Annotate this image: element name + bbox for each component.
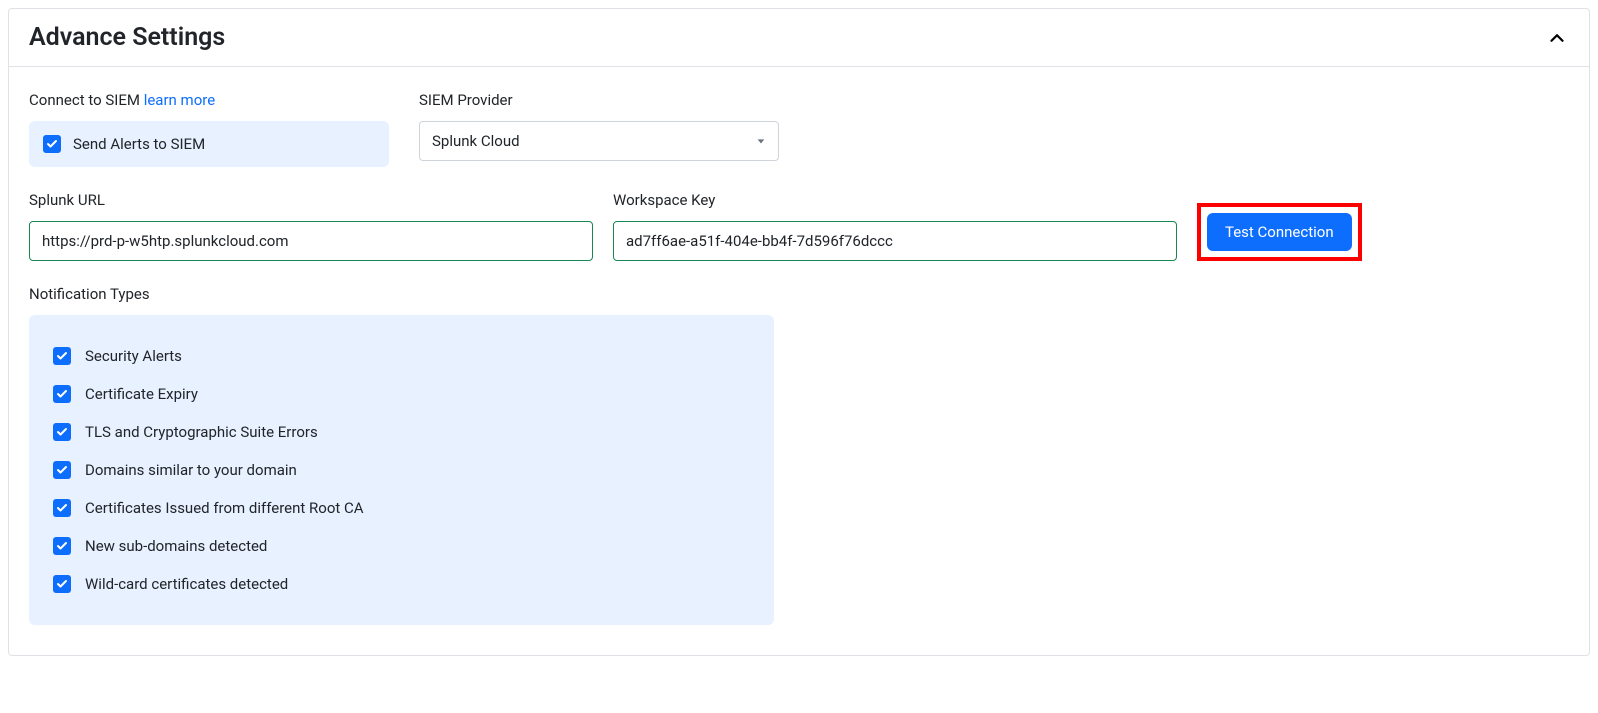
- send-alerts-container: Send Alerts to SIEM: [29, 121, 389, 167]
- notif-label-text: New sub-domains detected: [85, 537, 267, 555]
- panel-header[interactable]: Advance Settings: [9, 9, 1589, 67]
- notif-checkbox-root-ca[interactable]: [53, 499, 71, 517]
- workspace-key-input[interactable]: [613, 221, 1177, 261]
- notif-checkbox-security-alerts[interactable]: [53, 347, 71, 365]
- chevron-up-icon[interactable]: [1545, 26, 1569, 50]
- notif-label-text: Certificates Issued from different Root …: [85, 499, 364, 517]
- splunk-url-label: Splunk URL: [29, 191, 593, 209]
- splunk-url-input[interactable]: [29, 221, 593, 261]
- notification-types-panel: Security Alerts Certificate Expiry TLS a…: [29, 315, 774, 625]
- panel-body: Connect to SIEM learn more Send Alerts t…: [9, 67, 1589, 655]
- connect-text: Connect to SIEM: [29, 91, 144, 109]
- list-item: Certificates Issued from different Root …: [43, 489, 760, 527]
- notif-checkbox-sub-domains[interactable]: [53, 537, 71, 555]
- caret-down-icon: [756, 132, 766, 150]
- siem-provider-value: Splunk Cloud: [432, 132, 520, 150]
- notif-checkbox-certificate-expiry[interactable]: [53, 385, 71, 403]
- notif-checkbox-tls-errors[interactable]: [53, 423, 71, 441]
- list-item: New sub-domains detected: [43, 527, 760, 565]
- siem-provider-label: SIEM Provider: [419, 91, 789, 109]
- list-item: Certificate Expiry: [43, 375, 760, 413]
- advance-settings-panel: Advance Settings Connect to SIEM learn m…: [8, 8, 1590, 656]
- list-item: Domains similar to your domain: [43, 451, 760, 489]
- notif-label-text: TLS and Cryptographic Suite Errors: [85, 423, 318, 441]
- panel-title: Advance Settings: [29, 23, 225, 52]
- test-connection-button[interactable]: Test Connection: [1207, 213, 1352, 251]
- learn-more-link[interactable]: learn more: [144, 91, 215, 109]
- notification-types-label: Notification Types: [29, 285, 1569, 303]
- notif-label-text: Domains similar to your domain: [85, 461, 297, 479]
- list-item: Security Alerts: [43, 337, 760, 375]
- connect-to-siem-label: Connect to SIEM learn more: [29, 91, 399, 109]
- notif-checkbox-wildcard[interactable]: [53, 575, 71, 593]
- siem-provider-select[interactable]: Splunk Cloud: [419, 121, 779, 161]
- list-item: TLS and Cryptographic Suite Errors: [43, 413, 760, 451]
- notif-label-text: Wild-card certificates detected: [85, 575, 288, 593]
- notif-checkbox-similar-domains[interactable]: [53, 461, 71, 479]
- notif-label-text: Security Alerts: [85, 347, 182, 365]
- notif-label-text: Certificate Expiry: [85, 385, 198, 403]
- send-alerts-checkbox[interactable]: [43, 135, 61, 153]
- test-connection-highlight: Test Connection: [1197, 203, 1362, 261]
- list-item: Wild-card certificates detected: [43, 565, 760, 603]
- send-alerts-label: Send Alerts to SIEM: [73, 135, 205, 153]
- workspace-key-label: Workspace Key: [613, 191, 1177, 209]
